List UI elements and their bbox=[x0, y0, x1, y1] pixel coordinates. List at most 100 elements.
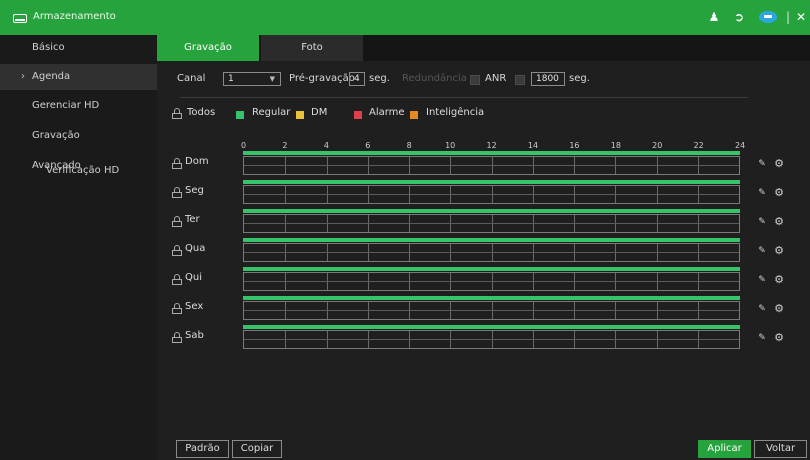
anr-input[interactable]: 1800 bbox=[531, 72, 565, 86]
lock-icon[interactable] bbox=[172, 187, 182, 198]
day-timeline[interactable] bbox=[243, 209, 740, 233]
hour-label: 20 bbox=[652, 141, 663, 150]
hour-label: 4 bbox=[323, 141, 329, 150]
anr-checkbox-disabled bbox=[470, 75, 480, 85]
intelligence-swatch bbox=[410, 111, 418, 119]
gear-icon[interactable]: ⚙ bbox=[774, 158, 784, 169]
timeline-grid bbox=[243, 330, 740, 349]
day-label: Seg bbox=[185, 185, 204, 196]
lock-icon[interactable] bbox=[172, 274, 182, 285]
edit-icon[interactable]: ✎ bbox=[757, 333, 767, 343]
timeline-grid bbox=[243, 214, 740, 233]
default-button[interactable]: Padrão bbox=[176, 440, 229, 458]
lock-icon[interactable] bbox=[172, 303, 182, 314]
gear-icon[interactable]: ⚙ bbox=[774, 216, 784, 227]
sidebar-item-verificacao-hd[interactable]: Verificação HD bbox=[0, 158, 157, 184]
edit-icon[interactable]: ✎ bbox=[757, 304, 767, 314]
prerecord-input[interactable]: 4 bbox=[349, 72, 365, 86]
logout-icon[interactable]: ➲ bbox=[732, 10, 746, 25]
tab-foto[interactable]: Foto bbox=[261, 35, 363, 61]
redundancy-label: Redundância bbox=[402, 73, 467, 84]
user-icon[interactable]: ♟ bbox=[706, 10, 722, 25]
day-label: Dom bbox=[185, 156, 209, 167]
divider bbox=[180, 97, 748, 98]
regular-record-bar bbox=[243, 325, 740, 329]
lock-icon[interactable] bbox=[172, 216, 182, 227]
back-button[interactable]: Voltar bbox=[754, 440, 807, 458]
tab-bar: Gravação Foto bbox=[157, 35, 810, 61]
grid-line bbox=[244, 223, 739, 224]
regular-record-bar bbox=[243, 267, 740, 271]
apply-button[interactable]: Aplicar bbox=[698, 440, 751, 458]
sidebar-item-gravacao[interactable]: Gravação bbox=[0, 123, 157, 149]
tab-gravacao[interactable]: Gravação bbox=[157, 35, 259, 61]
alarm-swatch bbox=[354, 111, 362, 119]
sidebar: Básico › Agenda Gerenciar HD Gravação Av… bbox=[0, 35, 157, 460]
day-label: Qua bbox=[185, 243, 206, 254]
hour-label: 18 bbox=[610, 141, 621, 150]
day-label: Sab bbox=[185, 330, 204, 341]
sidebar-item-basico[interactable]: Básico bbox=[0, 35, 157, 61]
legend-dm: DM bbox=[311, 107, 328, 118]
hour-label: 0 bbox=[241, 141, 247, 150]
edit-icon[interactable]: ✎ bbox=[757, 188, 767, 198]
timeline-grid bbox=[243, 185, 740, 204]
edit-icon[interactable]: ✎ bbox=[757, 217, 767, 227]
cloud-icon[interactable] bbox=[758, 10, 778, 25]
canal-select[interactable]: 1 ▼ bbox=[223, 72, 281, 86]
lock-icon[interactable] bbox=[172, 158, 182, 169]
hour-label: 6 bbox=[365, 141, 371, 150]
lock-icon[interactable] bbox=[172, 245, 182, 256]
grid-line bbox=[244, 252, 739, 253]
sidebar-item-label: Agenda bbox=[32, 71, 71, 82]
copy-button[interactable]: Copiar bbox=[232, 440, 282, 458]
prerecord-label: Pré-gravação bbox=[289, 73, 355, 84]
gear-icon[interactable]: ⚙ bbox=[774, 187, 784, 198]
close-icon[interactable]: ✕ bbox=[795, 10, 807, 25]
storage-icon bbox=[13, 14, 27, 23]
dm-swatch bbox=[296, 111, 304, 119]
regular-record-bar bbox=[243, 296, 740, 300]
gear-icon[interactable]: ⚙ bbox=[774, 274, 784, 285]
regular-record-bar bbox=[243, 151, 740, 155]
sidebar-item-label: Gerenciar HD bbox=[32, 100, 100, 111]
hour-label: 22 bbox=[693, 141, 704, 150]
sidebar-item-gerenciar-hd[interactable]: Gerenciar HD bbox=[0, 93, 157, 119]
day-label: Sex bbox=[185, 301, 204, 312]
grid-line bbox=[244, 281, 739, 282]
gear-icon[interactable]: ⚙ bbox=[774, 332, 784, 343]
day-timeline[interactable] bbox=[243, 238, 740, 262]
timeline-grid bbox=[243, 272, 740, 291]
edit-icon[interactable]: ✎ bbox=[757, 275, 767, 285]
day-timeline[interactable] bbox=[243, 325, 740, 349]
legend-regular: Regular bbox=[252, 107, 291, 118]
edit-icon[interactable]: ✎ bbox=[757, 159, 767, 169]
gear-icon[interactable]: ⚙ bbox=[774, 245, 784, 256]
chevron-down-icon: ▼ bbox=[269, 75, 275, 83]
prerecord-unit: seg. bbox=[369, 73, 390, 84]
hour-label: 10 bbox=[445, 141, 456, 150]
lock-icon[interactable] bbox=[172, 108, 182, 119]
hour-label: 12 bbox=[486, 141, 497, 150]
day-timeline[interactable] bbox=[243, 180, 740, 204]
regular-record-bar bbox=[243, 238, 740, 242]
main-panel: Gravação Foto Canal 1 ▼ Pré-gravação 4 s… bbox=[157, 35, 810, 460]
anr-unit: seg. bbox=[569, 73, 590, 84]
sidebar-item-label: Verificação HD bbox=[46, 165, 120, 176]
legend-alarme: Alarme bbox=[369, 107, 405, 118]
day-timeline[interactable] bbox=[243, 296, 740, 320]
timeline-grid bbox=[243, 243, 740, 262]
grid-line bbox=[244, 310, 739, 311]
anr-checkbox[interactable] bbox=[515, 75, 525, 85]
day-timeline[interactable] bbox=[243, 267, 740, 291]
edit-icon[interactable]: ✎ bbox=[757, 246, 767, 256]
window-title: Armazenamento bbox=[33, 11, 116, 22]
day-timeline[interactable] bbox=[243, 151, 740, 175]
sidebar-item-agenda[interactable]: › Agenda bbox=[0, 64, 157, 90]
timeline-grid bbox=[243, 156, 740, 175]
hour-label: 2 bbox=[282, 141, 288, 150]
lock-icon[interactable] bbox=[172, 332, 182, 343]
gear-icon[interactable]: ⚙ bbox=[774, 303, 784, 314]
regular-record-bar bbox=[243, 180, 740, 184]
hour-label: 14 bbox=[527, 141, 539, 150]
